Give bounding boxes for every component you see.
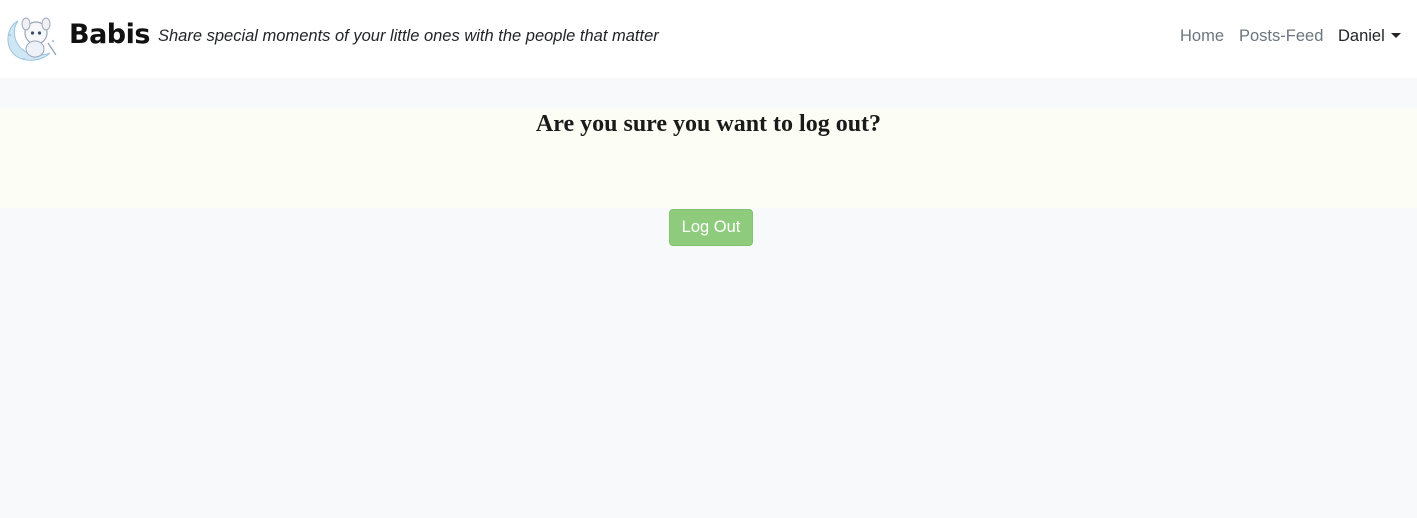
user-menu-label: Daniel bbox=[1338, 27, 1385, 45]
logout-button[interactable]: Log Out bbox=[669, 209, 753, 246]
logout-confirm-question: Are you sure you want to log out? bbox=[535, 111, 882, 137]
navbar: Babis Share special moments of your litt… bbox=[0, 0, 1417, 78]
nav-link-posts-feed[interactable]: Posts-Feed bbox=[1239, 26, 1323, 46]
brand-name[interactable]: Babis bbox=[69, 17, 150, 53]
user-menu-toggle[interactable]: Daniel bbox=[1338, 26, 1401, 46]
site-tagline: Share special moments of your little one… bbox=[158, 27, 659, 45]
caret-down-icon bbox=[1390, 33, 1401, 38]
nav-link-home[interactable]: Home bbox=[1180, 26, 1224, 46]
brand-logo-icon[interactable] bbox=[4, 13, 58, 63]
